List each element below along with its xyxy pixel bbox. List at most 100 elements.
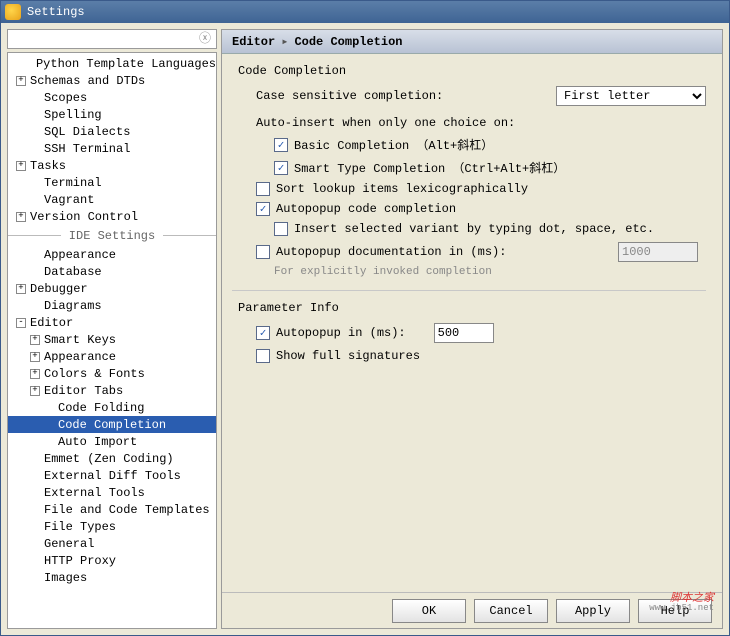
tree-item[interactable]: External Tools bbox=[8, 484, 216, 501]
auto-insert-label: Auto-insert when only one choice on: bbox=[238, 116, 706, 130]
autopopup-doc-sublabel: For explicitly invoked completion bbox=[238, 266, 706, 278]
tree-item-label: Version Control bbox=[30, 210, 138, 224]
tree-item[interactable]: Python Template Languages bbox=[8, 55, 216, 72]
search-box: ⓧ bbox=[7, 29, 217, 49]
right-panel: Editor ▸ Code Completion Code Completion… bbox=[221, 29, 723, 629]
sort-lookup-checkbox[interactable] bbox=[256, 182, 270, 196]
autopopup-in-label: Autopopup in (ms): bbox=[276, 326, 406, 340]
tree-item[interactable]: + Version Control bbox=[8, 208, 216, 225]
tree-item[interactable]: File and Code Templates bbox=[8, 501, 216, 518]
tree-item-label: External Diff Tools bbox=[44, 469, 181, 483]
tree-item[interactable]: +Tasks bbox=[8, 157, 216, 174]
autopopup-in-checkbox[interactable]: ✓ bbox=[256, 326, 270, 340]
tree-item-label: Editor bbox=[30, 316, 73, 330]
tree-item[interactable]: + Debugger bbox=[8, 280, 216, 297]
sort-lookup-label: Sort lookup items lexicographically bbox=[276, 182, 528, 196]
tree-item[interactable]: Code Completion bbox=[8, 416, 216, 433]
tree-item[interactable]: + Editor Tabs bbox=[8, 382, 216, 399]
content-area: Code Completion Case sensitive completio… bbox=[222, 54, 722, 592]
window-title: Settings bbox=[27, 5, 85, 19]
tree-item[interactable]: + Smart Keys bbox=[8, 331, 216, 348]
tree-item-label: Database bbox=[44, 265, 102, 279]
button-bar: 脚本之家 www.jb51.net OK Cancel Apply Help bbox=[222, 592, 722, 628]
tree-item[interactable]: SQL Dialects bbox=[8, 123, 216, 140]
tree-item-label: Terminal bbox=[44, 176, 102, 190]
tree-item-label: File and Code Templates bbox=[44, 503, 210, 517]
tree-item[interactable]: External Diff Tools bbox=[8, 467, 216, 484]
chevron-right-icon: ▸ bbox=[281, 34, 288, 49]
breadcrumb: Editor ▸ Code Completion bbox=[222, 30, 722, 54]
case-sensitive-select[interactable]: First letter bbox=[556, 86, 706, 106]
tree-item-label: Appearance bbox=[44, 248, 116, 262]
tree-item[interactable]: Spelling bbox=[8, 106, 216, 123]
expand-icon[interactable]: + bbox=[16, 212, 26, 222]
tree-item-label: Diagrams bbox=[44, 299, 102, 313]
expand-icon[interactable]: + bbox=[16, 284, 26, 294]
tree-item[interactable]: Images bbox=[8, 569, 216, 586]
ok-button[interactable]: OK bbox=[392, 599, 466, 623]
expand-icon[interactable]: + bbox=[30, 352, 40, 362]
tree-item[interactable]: Diagrams bbox=[8, 297, 216, 314]
settings-tree[interactable]: Python Template Languages + Schemas and DT… bbox=[7, 52, 217, 629]
tree-item-label: Editor Tabs bbox=[44, 384, 123, 398]
tree-item-label: Scopes bbox=[44, 91, 87, 105]
tree-item[interactable]: Auto Import bbox=[8, 433, 216, 450]
clear-search-icon[interactable]: ⓧ bbox=[198, 32, 212, 46]
autopopup-doc-label: Autopopup documentation in (ms): bbox=[276, 245, 506, 259]
breadcrumb-root: Editor bbox=[232, 35, 275, 49]
tree-item-label: Appearance bbox=[44, 350, 116, 364]
search-input[interactable] bbox=[12, 32, 198, 46]
tree-item[interactable]: Code Folding bbox=[8, 399, 216, 416]
help-button[interactable]: Help bbox=[638, 599, 712, 623]
tree-item[interactable]: Appearance bbox=[8, 246, 216, 263]
apply-button[interactable]: Apply bbox=[556, 599, 630, 623]
autopopup-doc-input bbox=[618, 242, 698, 262]
expand-icon[interactable]: + bbox=[30, 335, 40, 345]
tree-item-label: HTTP Proxy bbox=[44, 554, 116, 568]
collapse-icon[interactable]: - bbox=[16, 318, 26, 328]
tree-item-label: Python Template Languages bbox=[36, 57, 216, 71]
tree-item-label: File Types bbox=[44, 520, 116, 534]
basic-completion-checkbox[interactable]: ✓ bbox=[274, 138, 288, 152]
show-full-signatures-checkbox[interactable] bbox=[256, 349, 270, 363]
tree-item[interactable]: General bbox=[8, 535, 216, 552]
tree-item[interactable]: + Appearance bbox=[8, 348, 216, 365]
tree-item-label: General bbox=[44, 537, 94, 551]
smart-completion-checkbox[interactable]: ✓ bbox=[274, 161, 288, 175]
section-parameter-info: Parameter Info bbox=[238, 301, 706, 315]
tree-item[interactable]: + Colors & Fonts bbox=[8, 365, 216, 382]
tree-item-label: Emmet (Zen Coding) bbox=[44, 452, 174, 466]
tree-item[interactable]: -Editor bbox=[8, 314, 216, 331]
tree-item[interactable]: Database bbox=[8, 263, 216, 280]
tree-item-label: Auto Import bbox=[58, 435, 137, 449]
cancel-button[interactable]: Cancel bbox=[474, 599, 548, 623]
insert-variant-checkbox[interactable] bbox=[274, 222, 288, 236]
expand-icon[interactable]: + bbox=[16, 76, 26, 86]
autopopup-code-checkbox[interactable]: ✓ bbox=[256, 202, 270, 216]
tree-item[interactable]: File Types bbox=[8, 518, 216, 535]
tree-item-label: Code Folding bbox=[58, 401, 144, 415]
tree-item[interactable]: Terminal bbox=[8, 174, 216, 191]
tree-item[interactable]: HTTP Proxy bbox=[8, 552, 216, 569]
autopopup-doc-checkbox[interactable] bbox=[256, 245, 270, 259]
tree-item-label: Debugger bbox=[30, 282, 88, 296]
tree-item[interactable]: Vagrant bbox=[8, 191, 216, 208]
tree-item-label: Colors & Fonts bbox=[44, 367, 145, 381]
tree-item[interactable]: Scopes bbox=[8, 89, 216, 106]
case-sensitive-label: Case sensitive completion: bbox=[256, 89, 443, 103]
tree-item-label: SSH Terminal bbox=[44, 142, 130, 156]
tree-item[interactable]: Emmet (Zen Coding) bbox=[8, 450, 216, 467]
autopopup-in-input[interactable] bbox=[434, 323, 494, 343]
breadcrumb-current: Code Completion bbox=[294, 35, 402, 49]
expand-icon[interactable]: + bbox=[30, 369, 40, 379]
tree-item[interactable]: SSH Terminal bbox=[8, 140, 216, 157]
dialog-body: ⓧ Python Template Languages + Schemas and … bbox=[1, 23, 729, 635]
expand-icon[interactable]: + bbox=[16, 161, 26, 171]
expand-icon[interactable]: + bbox=[30, 386, 40, 396]
divider bbox=[232, 290, 706, 291]
tree-item[interactable]: + Schemas and DTDs bbox=[8, 72, 216, 89]
tree-item-label: Smart Keys bbox=[44, 333, 116, 347]
app-icon bbox=[5, 4, 21, 20]
section-code-completion: Code Completion bbox=[238, 64, 706, 78]
tree-item-label: Schemas and DTDs bbox=[30, 74, 145, 88]
